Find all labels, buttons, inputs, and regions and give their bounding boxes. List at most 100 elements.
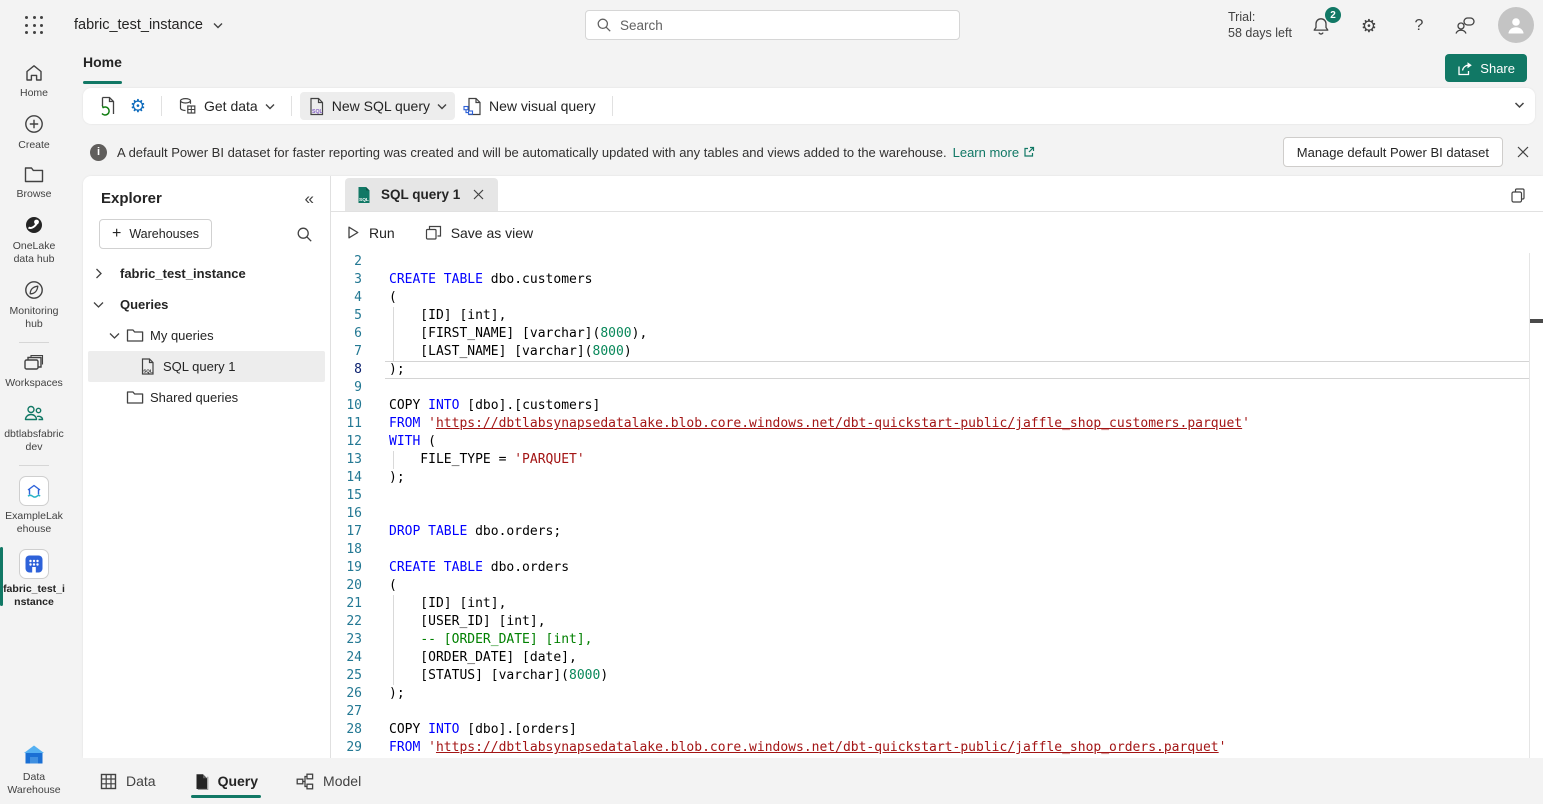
code-line[interactable]: 19CREATE TABLE dbo.orders (331, 559, 1529, 577)
code-text: -- [ORDER_DATE] [int], (389, 631, 593, 649)
ribbon-collapse-button[interactable] (1514, 101, 1525, 109)
chevron-down-icon (213, 22, 223, 29)
code-line[interactable]: 9 (331, 379, 1529, 397)
code-text: [ID] [int], (389, 595, 506, 613)
close-icon (1517, 146, 1529, 158)
rail-item-browse[interactable]: Browse (0, 159, 68, 208)
account-avatar[interactable] (1498, 7, 1534, 43)
code-text: COPY INTO [dbo].[customers] (389, 397, 600, 415)
rail-item-fabric-test-instance[interactable]: fabric_test_instance (0, 543, 68, 616)
code-line[interactable]: 28COPY INTO [dbo].[orders] (331, 721, 1529, 739)
new-sql-query-button[interactable]: SQL New SQL query (300, 92, 455, 120)
copy-icon[interactable] (1508, 185, 1528, 205)
editor-overview-ruler[interactable] (1529, 253, 1543, 758)
rail-item-data-warehouse[interactable]: Data Warehouse (0, 737, 68, 804)
tab-query[interactable]: Query (194, 758, 258, 804)
code-line[interactable]: 8); (331, 361, 1529, 379)
tab-data[interactable]: Data (100, 758, 156, 804)
add-warehouses-button[interactable]: + Warehouses (99, 219, 212, 249)
collapse-panel-icon[interactable]: « (305, 190, 314, 207)
tree-item-sql-query-1[interactable]: SQL SQL query 1 (88, 351, 325, 382)
run-button[interactable]: Run (346, 225, 395, 241)
code-line[interactable]: 13 FILE_TYPE = 'PARQUET' (331, 451, 1529, 469)
explorer-search-button[interactable] (292, 222, 316, 246)
line-number: 22 (331, 613, 362, 631)
feedback-button[interactable] (1452, 13, 1478, 39)
tree-item-fabric-test-instance[interactable]: fabric_test_instance (83, 258, 330, 289)
info-icon: i (90, 144, 107, 161)
share-button[interactable]: Share (1445, 54, 1527, 82)
share-icon (1457, 61, 1473, 76)
sql-code-editor[interactable]: 23CREATE TABLE dbo.customers4(5 [ID] [in… (331, 253, 1529, 758)
rail-item-home[interactable]: Home (0, 56, 68, 107)
learn-more-link[interactable]: Learn more (953, 145, 1035, 160)
code-line[interactable]: 5 [ID] [int], (331, 307, 1529, 325)
svg-text:SQL: SQL (143, 368, 153, 373)
app-launcher-waffle-icon[interactable] (25, 16, 44, 35)
tab-sql-query-1[interactable]: SQL SQL query 1 (345, 178, 498, 211)
gear-icon: ⚙ (130, 97, 146, 115)
banner-close-button[interactable] (1513, 142, 1533, 162)
code-line[interactable]: 6 [FIRST_NAME] [varchar](8000), (331, 325, 1529, 343)
code-text: ( (389, 289, 397, 307)
browse-folder-icon (23, 165, 45, 184)
code-line[interactable]: 7 [LAST_NAME] [varchar](8000) (331, 343, 1529, 361)
item-tab-row: Home Share (68, 50, 1543, 86)
rail-item-monitoring-hub[interactable]: Monitoring hub (0, 273, 68, 338)
rail-item-dbtlabsfabricdev[interactable]: dbtlabsfabricdev (0, 397, 68, 461)
tree-item-queries[interactable]: Queries (83, 289, 330, 320)
rail-item-workspaces[interactable]: Workspaces (0, 347, 68, 397)
code-line[interactable]: 22 [USER_ID] [int], (331, 613, 1529, 631)
top-header: fabric_test_instance Trial: 58 days left… (0, 0, 1543, 50)
code-line[interactable]: 12WITH ( (331, 433, 1529, 451)
line-number: 24 (331, 649, 362, 667)
data-warehouse-icon (21, 743, 47, 767)
line-number: 16 (331, 505, 362, 523)
explorer-title: Explorer (101, 190, 162, 207)
chevron-down-icon (92, 301, 104, 308)
rail-item-examplelakehouse[interactable]: ExampleLakehouse (0, 470, 68, 543)
refresh-item-button[interactable] (93, 92, 123, 120)
tree-item-my-queries[interactable]: My queries (83, 320, 330, 351)
rail-item-create[interactable]: Create (0, 107, 68, 159)
settings-warehouse-button[interactable]: ⚙ (123, 92, 153, 120)
new-visual-query-button[interactable]: New visual query (455, 92, 604, 120)
code-line[interactable]: 11FROM 'https://dbtlabsynapsedatalake.bl… (331, 415, 1529, 433)
tree-item-shared-queries[interactable]: Shared queries (83, 382, 330, 413)
settings-button[interactable]: ⚙ (1356, 13, 1382, 39)
close-tab-icon[interactable] (469, 186, 487, 204)
line-number: 28 (331, 721, 362, 739)
code-line[interactable]: 20( (331, 577, 1529, 595)
save-as-view-button[interactable]: Save as view (425, 225, 533, 241)
line-number: 10 (331, 397, 362, 415)
search-input[interactable] (620, 18, 949, 33)
code-line[interactable]: 2 (331, 253, 1529, 271)
code-line[interactable]: 24 [ORDER_DATE] [date], (331, 649, 1529, 667)
workspace-title-dropdown[interactable]: fabric_test_instance (74, 0, 223, 50)
code-line[interactable]: 4( (331, 289, 1529, 307)
tab-home[interactable]: Home (83, 54, 122, 84)
code-line[interactable]: 17DROP TABLE dbo.orders; (331, 523, 1529, 541)
code-line[interactable]: 29FROM 'https://dbtlabsynapsedatalake.bl… (331, 739, 1529, 757)
code-line[interactable]: 26); (331, 685, 1529, 703)
rail-item-onelake-data-hub[interactable]: OneLake data hub (0, 208, 68, 273)
notifications-button[interactable]: 2 (1308, 13, 1334, 39)
code-line[interactable]: 21 [ID] [int], (331, 595, 1529, 613)
code-line[interactable]: 16 (331, 505, 1529, 523)
get-data-button[interactable]: Get data (170, 92, 283, 120)
code-line[interactable]: 10 COPY INTO [dbo].[customers] (331, 397, 1529, 415)
manage-default-dataset-button[interactable]: Manage default Power BI dataset (1283, 137, 1503, 167)
code-line[interactable]: 18 (331, 541, 1529, 559)
rail-divider (19, 465, 49, 466)
code-line[interactable]: 3CREATE TABLE dbo.customers (331, 271, 1529, 289)
code-line[interactable]: 15 (331, 487, 1529, 505)
code-line[interactable]: 14); (331, 469, 1529, 487)
code-line[interactable]: 25 [STATUS] [varchar](8000) (331, 667, 1529, 685)
tab-model[interactable]: Model (296, 758, 361, 804)
chevron-down-icon (1514, 101, 1525, 109)
code-line[interactable]: 23 -- [ORDER_DATE] [int], (331, 631, 1529, 649)
code-line[interactable]: 27 (331, 703, 1529, 721)
toolbar-divider (161, 96, 162, 116)
help-button[interactable]: ? (1406, 13, 1432, 39)
notification-badge: 2 (1325, 7, 1341, 23)
